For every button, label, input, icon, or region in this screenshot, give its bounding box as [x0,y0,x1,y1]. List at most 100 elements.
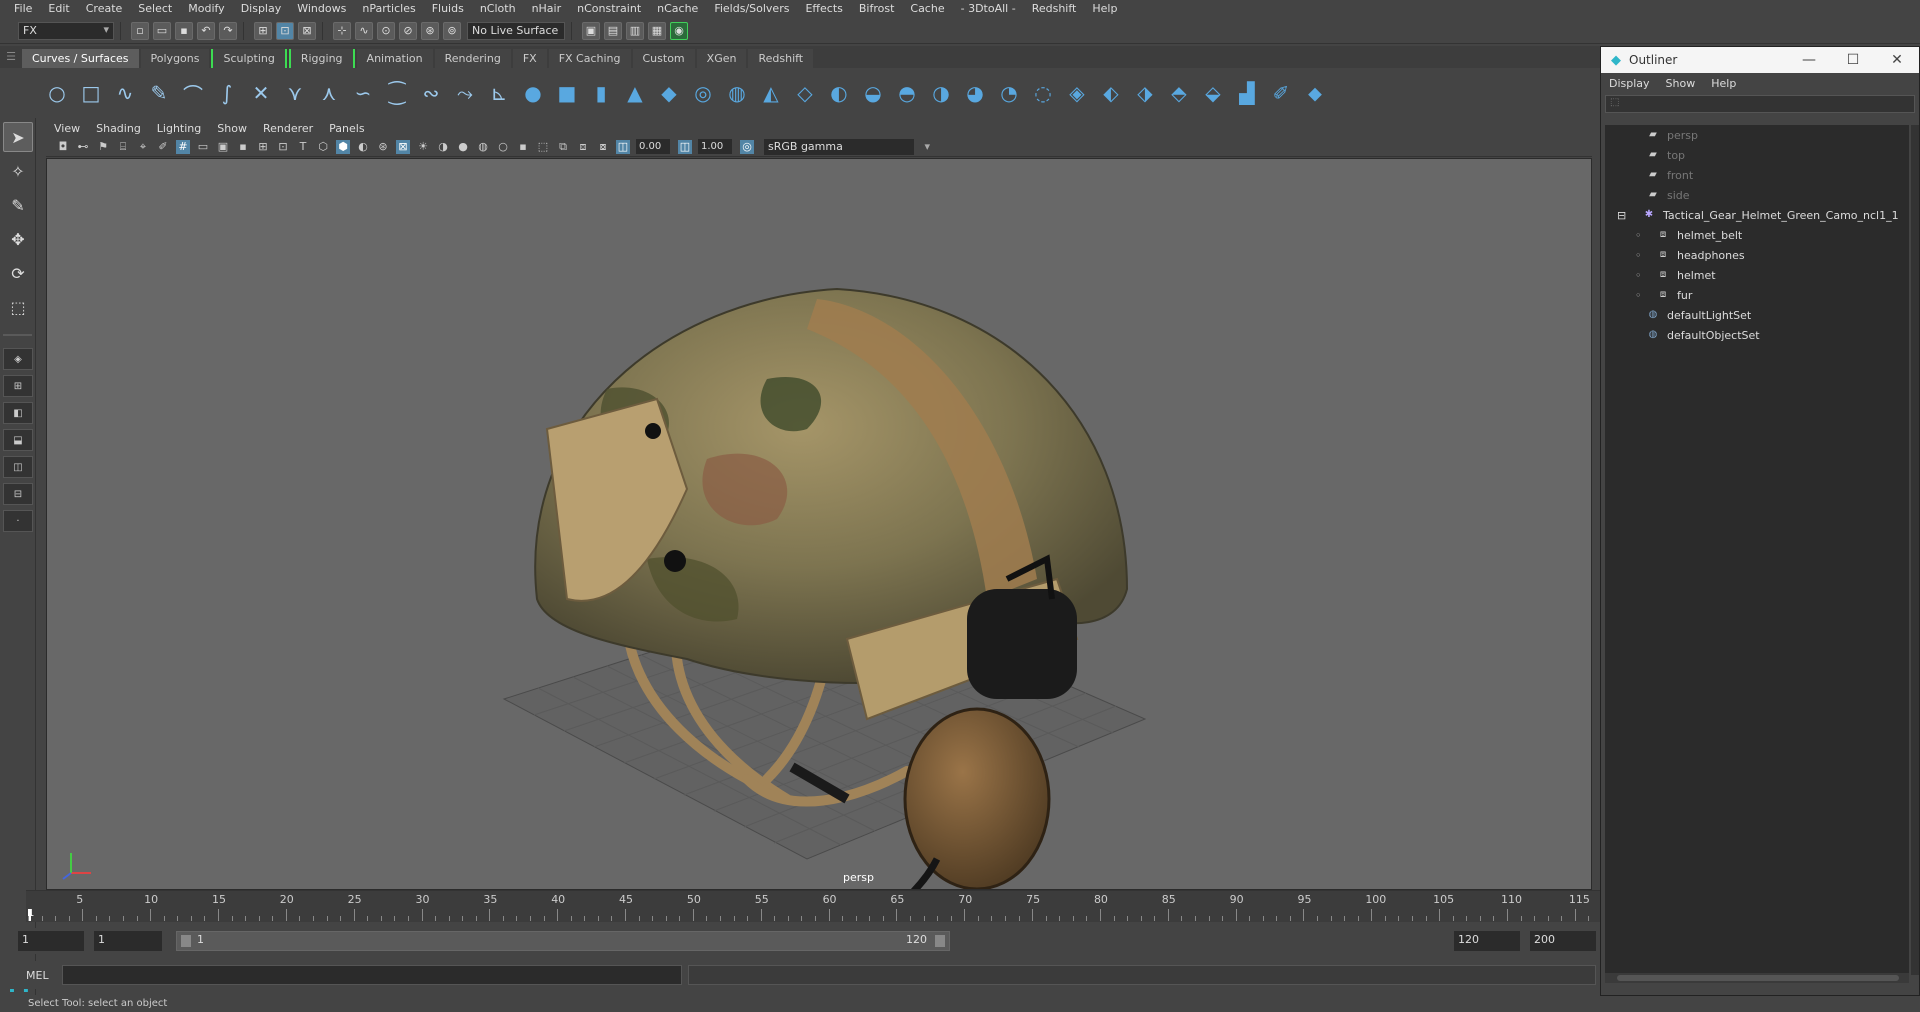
bookmark-icon[interactable]: ⚑ [96,140,110,154]
menu-item-create[interactable]: Create [78,2,131,15]
untrim-icon[interactable]: ⬖ [1098,80,1124,106]
outliner-search-field[interactable]: ⬚ [1605,95,1915,113]
time-slider[interactable]: 1 5 10 15 20 25 30 35 40 45 50 55 60 65 70 75 80 85 90 95 1… [26,890,1600,922]
select-components-icon[interactable]: ⊠ [298,21,316,40]
outliner-item[interactable]: ◦ ⧈ headphones [1605,245,1909,265]
viewport-menu-panels[interactable]: Panels [321,122,372,135]
intersect-surfaces-icon[interactable]: ◌ [1030,80,1056,106]
default-material-icon[interactable]: ◐ [356,140,370,154]
nurbs-cylinder-icon[interactable]: ▮ [588,80,614,106]
range-start-handle[interactable] [181,935,191,947]
menu-item-nconstraint[interactable]: nConstraint [569,2,649,15]
shelf-menu-icon[interactable]: ☰ [0,46,22,68]
trim-tool-icon[interactable]: ◈ [1064,80,1090,106]
birail-icon[interactable]: ◒ [860,80,886,106]
shelf-tab-polygons[interactable]: Polygons [140,49,210,68]
viewport-menu-lighting[interactable]: Lighting [149,122,209,135]
render-current-icon[interactable]: ▤ [604,21,622,40]
sculpt-geometry-icon[interactable]: ✐ [1268,80,1294,106]
scrollbar-thumb[interactable] [1617,975,1899,981]
range-slider[interactable]: 1 120 [176,931,950,951]
attach-curve-icon[interactable]: ⋏ [316,80,342,106]
save-scene-icon[interactable]: ▪ [175,21,193,40]
close-icon[interactable]: ✕ [1875,52,1919,68]
exposure-field[interactable]: 0.00 [636,139,670,154]
render-settings-icon[interactable]: ▦ [648,21,666,40]
shelf-tab-rendering[interactable]: Rendering [434,49,511,68]
outliner-menu-help[interactable]: Help [1711,77,1736,90]
select-hierarchy-icon[interactable]: ⊞ [254,21,272,40]
menu-item-cache[interactable]: Cache [902,2,952,15]
undo-icon[interactable]: ↶ [197,21,215,40]
menu-item-windows[interactable]: Windows [289,2,354,15]
loft-icon[interactable]: ◭ [758,80,784,106]
lasso-tool-icon[interactable]: ✧ [3,156,33,186]
shelf-tab-animation[interactable]: Animation [356,49,433,68]
snap-view-plane-icon[interactable]: ⊘ [399,21,417,40]
bevel-plus-icon[interactable]: ◕ [962,80,988,106]
shelf-tab-redshift[interactable]: Redshift [748,49,814,68]
move-tool-icon[interactable]: ✥ [3,224,33,254]
hypershade-icon[interactable]: ◉ [670,21,688,40]
script-language-toggle[interactable]: MEL [0,969,60,982]
smooth-shade-icon[interactable]: ⬢ [336,139,350,154]
cv-curve-icon[interactable]: ⌒ [180,80,206,107]
select-camera-icon[interactable]: ◘ [56,140,70,154]
shelf-tab-sculpting[interactable]: Sculpting [211,49,287,68]
perspective-viewport[interactable]: persp [46,158,1592,890]
range-end-handle[interactable] [935,935,945,947]
menu-item-nparticles[interactable]: nParticles [354,2,423,15]
custom-layout-icon[interactable]: ⊟ [3,483,33,505]
outliner-item[interactable]: ▰ top [1605,145,1909,165]
outliner-item[interactable]: ◦ ⧈ helmet_belt [1605,225,1909,245]
animation-start-field[interactable]: 1 [18,931,84,951]
isolate-select-icon[interactable]: ⬚ [536,140,550,154]
menu-item-help[interactable]: Help [1084,2,1125,15]
fillet-curve-icon[interactable]: ∾ [418,80,444,106]
layout-menu-icon[interactable]: · [3,510,33,532]
viewport-menu-view[interactable]: View [46,122,88,135]
nurbs-square-icon[interactable]: □ [78,80,104,106]
rebuild-curve-icon[interactable]: ∽ [350,80,376,106]
menu-item-modify[interactable]: Modify [180,2,232,15]
shelf-tab-custom[interactable]: Custom [632,49,695,68]
new-scene-icon[interactable]: ▫ [131,21,149,40]
safe-title-icon[interactable]: T [296,140,310,154]
outliner-horizontal-scrollbar[interactable] [1605,973,1909,983]
menu-item-effects[interactable]: Effects [797,2,850,15]
shelf-tab-rigging[interactable]: Rigging [288,49,355,68]
image-plane-icon[interactable]: ⌸ [116,140,130,154]
outliner-item[interactable]: ◦ ⧈ helmet [1605,265,1909,285]
gamma-field[interactable]: 1.00 [698,139,732,154]
viewport-menu-renderer[interactable]: Renderer [255,122,321,135]
menu-item-file[interactable]: File [6,2,40,15]
outliner-item[interactable]: ▰ front [1605,165,1909,185]
field-chart-icon[interactable]: ⊞ [256,140,270,154]
bezier-curve-icon[interactable]: ∫ [214,80,240,106]
snap-curve-icon[interactable]: ∿ [355,21,373,40]
resolution-gate-icon[interactable]: ▣ [216,140,230,154]
grease-pencil-icon[interactable]: ✐ [156,140,170,154]
menu-item-fields-solvers[interactable]: Fields/Solvers [706,2,797,15]
menu-item-redshift[interactable]: Redshift [1024,2,1085,15]
xray-joints-icon[interactable]: ⧈ [576,140,590,154]
anti-aliasing-icon[interactable]: ○ [496,140,510,154]
open-scene-icon[interactable]: ▭ [153,21,171,40]
view-transform-select[interactable]: sRGB gamma [764,138,930,155]
nurbs-cone-icon[interactable]: ▲ [622,80,648,106]
maximize-icon[interactable]: ☐ [1831,52,1875,68]
menu-item-edit[interactable]: Edit [40,2,77,15]
boundary-icon[interactable]: ◓ [894,80,920,106]
select-objects-icon[interactable]: ⊡ [276,21,294,40]
safe-action-icon[interactable]: ⊡ [276,140,290,154]
curve-intersect-icon[interactable]: ✕ [248,80,274,106]
outliner-vertical-scrollbar[interactable] [1911,125,1919,975]
outliner-item[interactable]: ◍ defaultObjectSet [1605,325,1909,345]
depth-of-field-icon[interactable]: ▪ [516,140,530,154]
wireframe-on-shaded-icon[interactable]: ⊛ [376,140,390,154]
menu-item-ncloth[interactable]: nCloth [472,2,524,15]
playback-start-field[interactable]: 1 [94,931,162,951]
ipr-render-icon[interactable]: ▥ [626,21,644,40]
menu-set-selector[interactable]: FX [18,21,114,40]
textured-icon[interactable]: ⊠ [396,139,410,154]
